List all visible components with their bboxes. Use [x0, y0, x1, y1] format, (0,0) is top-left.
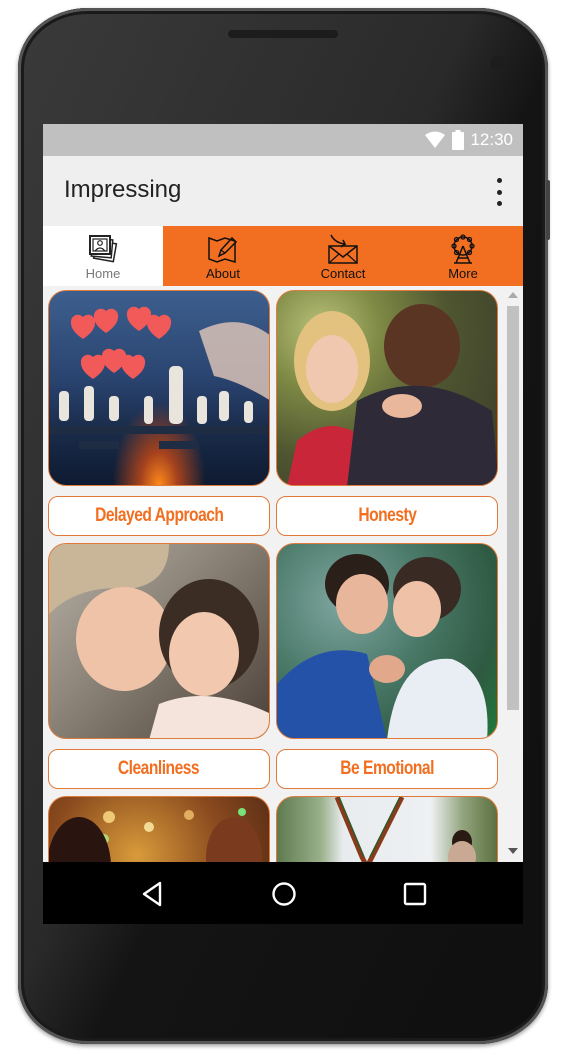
tab-label: Home	[85, 266, 121, 281]
card: Cleanliness	[48, 543, 270, 789]
card: Honesty	[276, 290, 498, 536]
card-title-button[interactable]: Cleanliness	[48, 749, 270, 789]
home-button[interactable]	[269, 880, 299, 908]
app-title: Impressing	[64, 176, 182, 203]
couple-cuddle-photo[interactable]	[48, 543, 270, 739]
tab-contact[interactable]: Contact	[283, 226, 403, 286]
power-button	[546, 180, 550, 240]
ferris-wheel-icon	[451, 234, 475, 264]
front-camera	[490, 56, 504, 70]
app-bar: Impressing	[43, 156, 523, 226]
card-title: Cleanliness	[118, 758, 200, 779]
tab-bar: Home About Contact More	[43, 226, 523, 286]
card-title: Delayed Approach	[94, 505, 224, 526]
tab-label: More	[448, 266, 478, 281]
tab-home[interactable]: Home	[43, 226, 163, 286]
envelope-arrow-icon	[328, 234, 358, 264]
back-button[interactable]	[138, 880, 168, 908]
scrollbar-thumb[interactable]	[507, 306, 519, 710]
card	[276, 796, 498, 862]
card: Delayed Approach	[48, 290, 270, 536]
more-vert-icon[interactable]	[489, 178, 509, 206]
wifi-icon	[425, 131, 446, 148]
system-nav-bar	[43, 862, 523, 924]
card-title-button[interactable]: Honesty	[276, 496, 498, 536]
card-title: Honesty	[357, 505, 417, 526]
tab-label: Contact	[320, 266, 366, 281]
couple-embrace-photo[interactable]	[276, 290, 498, 486]
scroll-down-arrow-icon[interactable]	[508, 848, 518, 854]
photo-stack-icon	[89, 235, 118, 263]
vertical-scrollbar[interactable]	[505, 286, 521, 862]
recents-button[interactable]	[400, 880, 430, 908]
card-title-button[interactable]: Be Emotional	[276, 749, 498, 789]
card-grid-scroll[interactable]: Delayed Approach Honesty Cleanliness Be …	[43, 286, 523, 862]
map-pencil-icon	[208, 236, 238, 264]
card-title-button[interactable]: Delayed Approach	[48, 496, 270, 536]
tab-more[interactable]: More	[403, 226, 523, 286]
card-title: Be Emotional	[340, 758, 434, 779]
tab-about[interactable]: About	[163, 226, 283, 286]
battery-icon	[452, 130, 465, 150]
tab-label: About	[206, 266, 240, 281]
man-suspenders-photo[interactable]	[276, 796, 498, 862]
card	[48, 796, 270, 862]
chess-hearts-photo[interactable]	[48, 290, 270, 486]
status-bar: 12:30	[43, 124, 523, 156]
couple-forehead-photo[interactable]	[276, 543, 498, 739]
scroll-up-arrow-icon[interactable]	[508, 292, 518, 298]
earpiece-speaker	[228, 30, 338, 38]
couple-bokeh-photo[interactable]	[48, 796, 270, 862]
card: Be Emotional	[276, 543, 498, 789]
status-time: 12:30	[470, 130, 513, 149]
device-screen: 12:30 Impressing Home About Contact More…	[43, 124, 523, 924]
